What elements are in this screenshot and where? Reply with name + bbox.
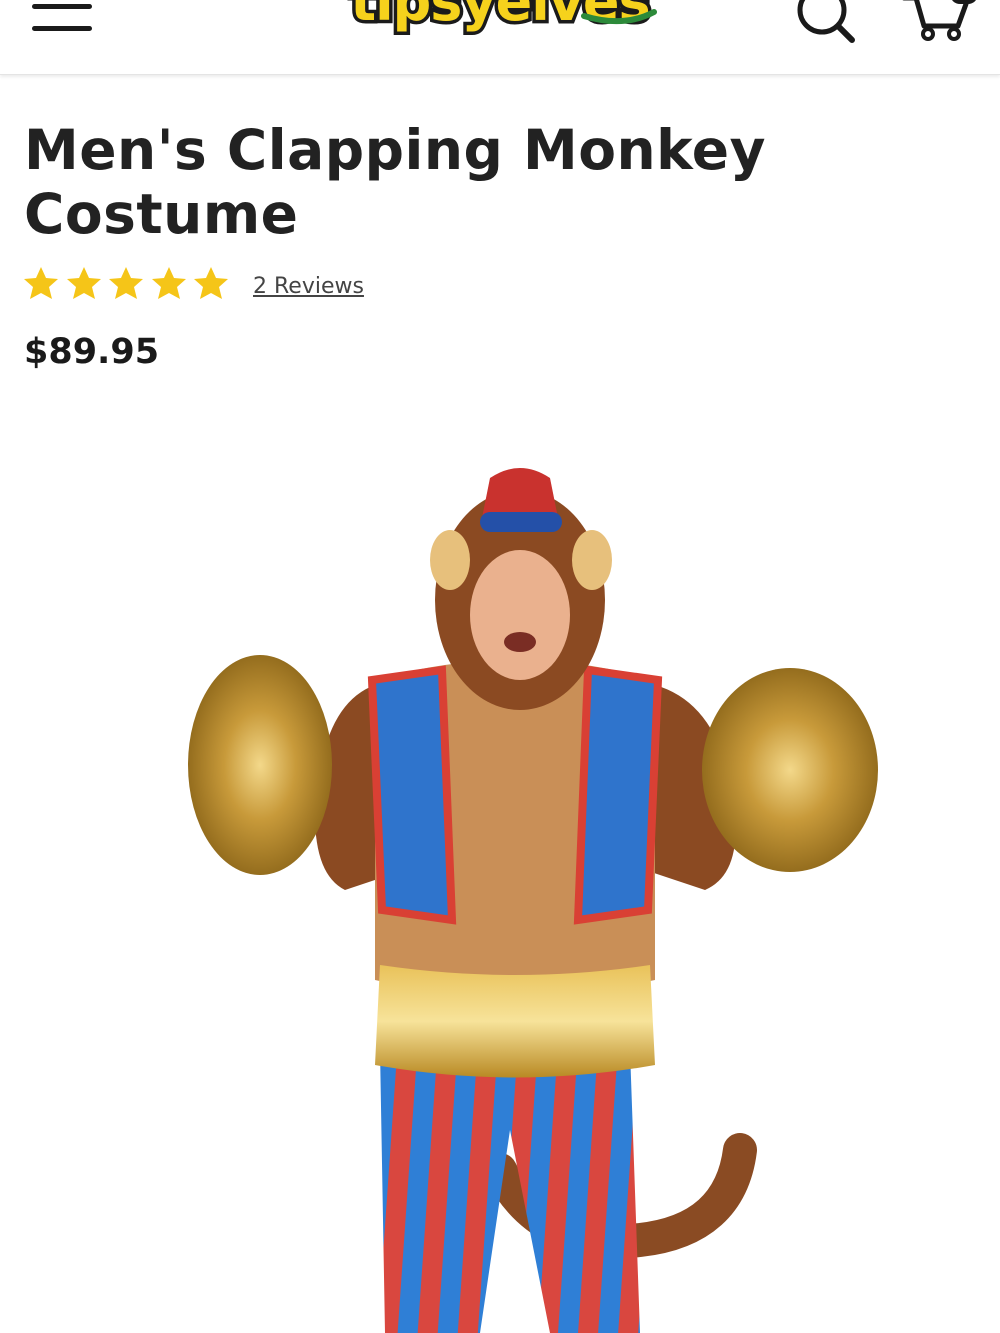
star-icon — [67, 267, 101, 299]
logo-text: tipsyelves — [350, 0, 649, 33]
search-icon[interactable] — [790, 0, 860, 46]
vest-right — [573, 665, 663, 925]
cymbal-right — [702, 668, 878, 872]
product-title: Men's Clapping Monkey Costume — [24, 118, 766, 246]
vest-left — [367, 665, 457, 925]
gold-belt — [375, 965, 655, 1078]
hamburger-menu-icon[interactable] — [32, 0, 94, 40]
star-icon — [194, 267, 228, 299]
hood-ear-right — [572, 530, 612, 590]
product-price: $89.95 — [24, 332, 160, 372]
hood-ear-left — [430, 530, 470, 590]
star-icon — [152, 267, 186, 299]
site-logo[interactable]: tipsyelves — [338, 0, 662, 56]
star-icon — [109, 267, 143, 299]
cymbal-left — [188, 655, 332, 875]
face — [470, 550, 570, 680]
reviews-link[interactable]: 2 Reviews — [253, 274, 364, 299]
rating-stars — [24, 267, 228, 299]
site-header: tipsyelves — [0, 0, 1000, 75]
product-image[interactable] — [160, 430, 920, 1333]
star-icon — [24, 267, 58, 299]
menu-bar — [32, 26, 92, 31]
cart-icon[interactable] — [898, 0, 978, 44]
fez-band — [480, 512, 562, 532]
menu-bar — [32, 4, 92, 9]
mouth — [504, 632, 536, 652]
